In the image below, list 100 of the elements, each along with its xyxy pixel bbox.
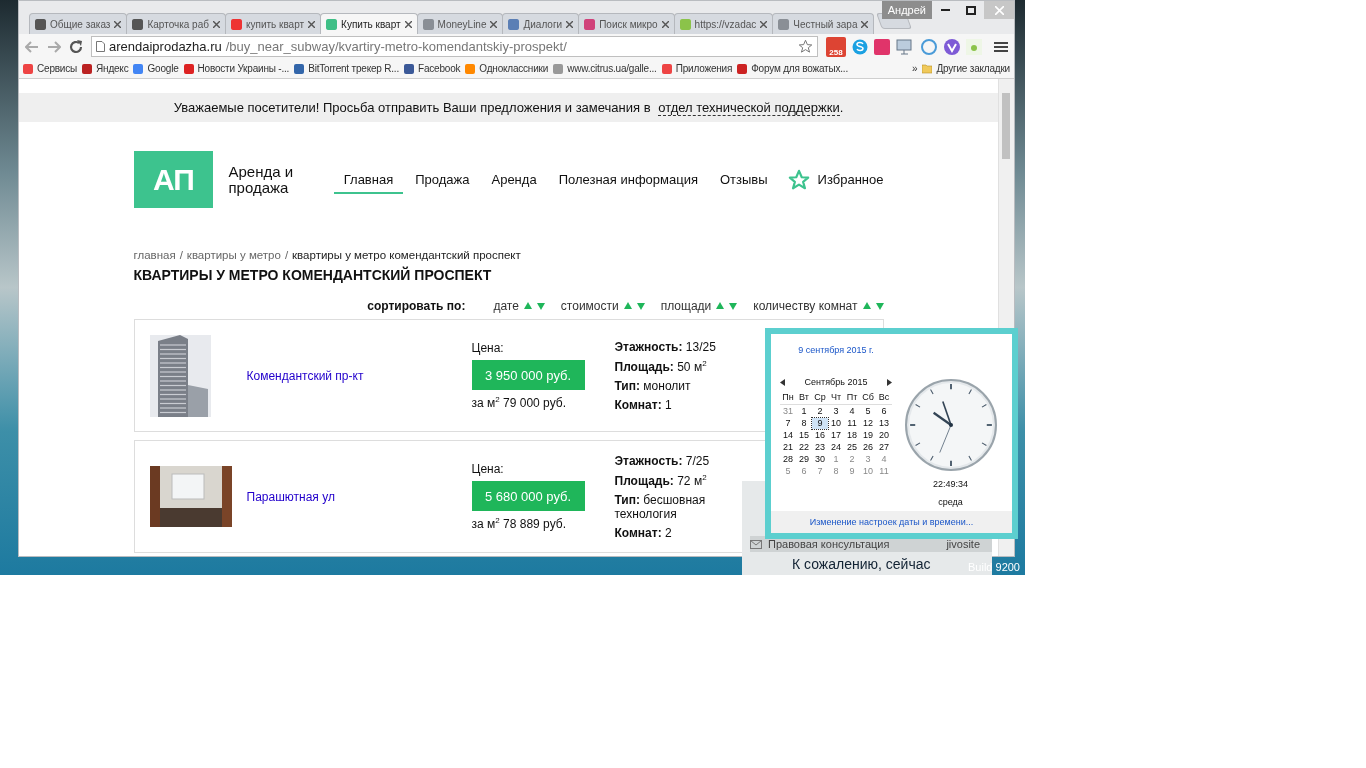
nav-link[interactable]: Продажа bbox=[405, 165, 480, 194]
sort-descending-icon[interactable] bbox=[636, 302, 645, 310]
browser-tab[interactable]: Честный зара bbox=[772, 13, 875, 34]
date-link[interactable]: 9 сентября 2015 г. bbox=[798, 345, 874, 355]
nav-link[interactable]: Полезная информация bbox=[548, 165, 708, 194]
calendar-day[interactable]: 9 bbox=[812, 418, 828, 429]
calendar-day[interactable]: 7 bbox=[812, 466, 828, 477]
calendar-day[interactable]: 23 bbox=[812, 442, 828, 453]
monitor-icon[interactable] bbox=[896, 38, 914, 55]
calendar-day[interactable]: 4 bbox=[844, 406, 860, 417]
browser-tab[interactable]: Общие заказ bbox=[29, 13, 128, 34]
support-link[interactable]: отдел технической поддержки bbox=[658, 100, 840, 116]
close-tab-icon[interactable] bbox=[404, 20, 412, 28]
calendar-day[interactable]: 8 bbox=[828, 466, 844, 477]
breadcrumb-link[interactable]: квартиры у метро bbox=[186, 249, 281, 261]
back-button[interactable] bbox=[25, 40, 39, 53]
calendar-day[interactable]: 2 bbox=[812, 406, 828, 417]
browser-tab[interactable]: MoneyLine bbox=[416, 13, 504, 34]
bookmark[interactable]: Новости Украины -... bbox=[183, 63, 290, 74]
calendar-day[interactable]: 28 bbox=[780, 454, 796, 465]
close-tab-icon[interactable] bbox=[308, 20, 316, 28]
sort-descending-icon[interactable] bbox=[729, 302, 738, 310]
calendar-day[interactable]: 25 bbox=[844, 442, 860, 453]
browser-tab[interactable]: Поиск микро bbox=[578, 13, 675, 34]
mail-extension-icon[interactable]: 258 bbox=[826, 36, 846, 57]
calendar-day[interactable]: 15 bbox=[796, 430, 812, 441]
calendar-day[interactable]: 10 bbox=[828, 418, 844, 429]
close-tab-icon[interactable] bbox=[114, 20, 122, 28]
skype-icon[interactable] bbox=[852, 38, 868, 55]
listing-address-link[interactable]: Парашютная ул bbox=[246, 489, 472, 504]
bookmark[interactable]: www.citrus.ua/galle... bbox=[553, 63, 657, 74]
calendar-day[interactable]: 18 bbox=[844, 430, 860, 441]
calendar-day[interactable]: 21 bbox=[780, 442, 796, 453]
calendar-day[interactable]: 2 bbox=[844, 454, 860, 465]
calendar-day[interactable]: 19 bbox=[860, 430, 876, 441]
close-tab-icon[interactable] bbox=[661, 20, 669, 28]
address-bar[interactable]: arendaiprodazha.ru /buy_near_subway/kvartiry-metro-komendantskiy-prospekt/ bbox=[91, 36, 818, 57]
bookmarks-overflow[interactable]: » bbox=[912, 63, 918, 74]
reload-button[interactable] bbox=[69, 39, 83, 54]
sort-option[interactable]: количеству комнат bbox=[753, 299, 858, 313]
breadcrumb-link[interactable]: главная bbox=[133, 249, 176, 261]
close-tab-icon[interactable] bbox=[760, 20, 768, 28]
calendar-day[interactable]: 22 bbox=[796, 442, 812, 453]
browser-tab[interactable]: https://vzadac bbox=[673, 13, 774, 34]
forward-button[interactable] bbox=[47, 40, 61, 53]
calendar-day[interactable]: 3 bbox=[828, 406, 844, 417]
sort-ascending-icon[interactable] bbox=[523, 302, 532, 310]
calendar-day[interactable]: 13 bbox=[876, 418, 892, 429]
browser-tab[interactable]: Диалоги bbox=[502, 13, 580, 34]
calendar-day[interactable]: 16 bbox=[812, 430, 828, 441]
bookmark[interactable]: Яндекс bbox=[82, 63, 129, 74]
calendar-day[interactable]: 6 bbox=[876, 406, 892, 417]
bookmark[interactable]: Сервисы bbox=[23, 63, 78, 74]
extension-icon[interactable] bbox=[920, 38, 938, 55]
calendar-day[interactable]: 5 bbox=[780, 466, 796, 477]
browser-tab[interactable]: Карточка раб bbox=[126, 13, 226, 34]
browser-tab[interactable]: Купить кварт bbox=[320, 13, 418, 34]
calendar-day[interactable]: 29 bbox=[796, 454, 812, 465]
close-tab-icon[interactable] bbox=[490, 20, 498, 28]
calendar-day[interactable]: 5 bbox=[860, 406, 876, 417]
calendar-day[interactable]: 9 bbox=[844, 466, 860, 477]
extension-icon[interactable] bbox=[874, 38, 890, 55]
bookmark-star-icon[interactable] bbox=[798, 39, 813, 54]
calendar-day[interactable]: 6 bbox=[796, 466, 812, 477]
calendar-day[interactable]: 10 bbox=[860, 466, 876, 477]
sort-ascending-icon[interactable] bbox=[862, 302, 871, 310]
sort-descending-icon[interactable] bbox=[875, 302, 884, 310]
sort-ascending-icon[interactable] bbox=[623, 302, 632, 310]
sort-option[interactable]: стоимости bbox=[560, 299, 619, 313]
calendar-day[interactable]: 1 bbox=[796, 406, 812, 417]
sort-ascending-icon[interactable] bbox=[716, 302, 725, 310]
sort-option[interactable]: площади bbox=[660, 299, 712, 313]
sort-option[interactable]: дате bbox=[493, 299, 519, 313]
bookmark[interactable]: Одноклассники bbox=[465, 63, 549, 74]
calendar-day[interactable]: 26 bbox=[860, 442, 876, 453]
close-tab-icon[interactable] bbox=[861, 20, 869, 28]
calendar-day[interactable]: 27 bbox=[876, 442, 892, 453]
calendar-day[interactable]: 7 bbox=[780, 418, 796, 429]
calendar-day[interactable]: 12 bbox=[860, 418, 876, 429]
bookmark[interactable]: Facebook bbox=[404, 63, 461, 74]
extension-icon[interactable] bbox=[944, 38, 960, 55]
nav-link[interactable]: Аренда bbox=[481, 165, 547, 194]
calendar-day[interactable]: 3 bbox=[860, 454, 876, 465]
bookmark[interactable]: Google bbox=[133, 63, 179, 74]
menu-icon[interactable] bbox=[994, 40, 1008, 53]
calendar-day[interactable]: 17 bbox=[828, 430, 844, 441]
next-month-icon[interactable] bbox=[887, 378, 892, 386]
calendar-day[interactable]: 30 bbox=[812, 454, 828, 465]
favorites-link[interactable]: Избранное bbox=[787, 168, 884, 191]
close-tab-icon[interactable] bbox=[566, 20, 574, 28]
calendar-day[interactable]: 4 bbox=[876, 454, 892, 465]
calendar-day[interactable]: 1 bbox=[828, 454, 844, 465]
calendar-day[interactable]: 11 bbox=[844, 418, 860, 429]
close-tab-icon[interactable] bbox=[213, 20, 220, 28]
calendar-day[interactable]: 31 bbox=[780, 406, 796, 417]
bookmark[interactable]: Форум для вожатых... bbox=[737, 63, 848, 74]
calendar-day[interactable]: 14 bbox=[780, 430, 796, 441]
sort-descending-icon[interactable] bbox=[536, 302, 545, 310]
bookmark[interactable]: BitTorrent трекер R... bbox=[294, 63, 399, 74]
bookmark-folder[interactable]: Другие закладки bbox=[922, 63, 1010, 74]
